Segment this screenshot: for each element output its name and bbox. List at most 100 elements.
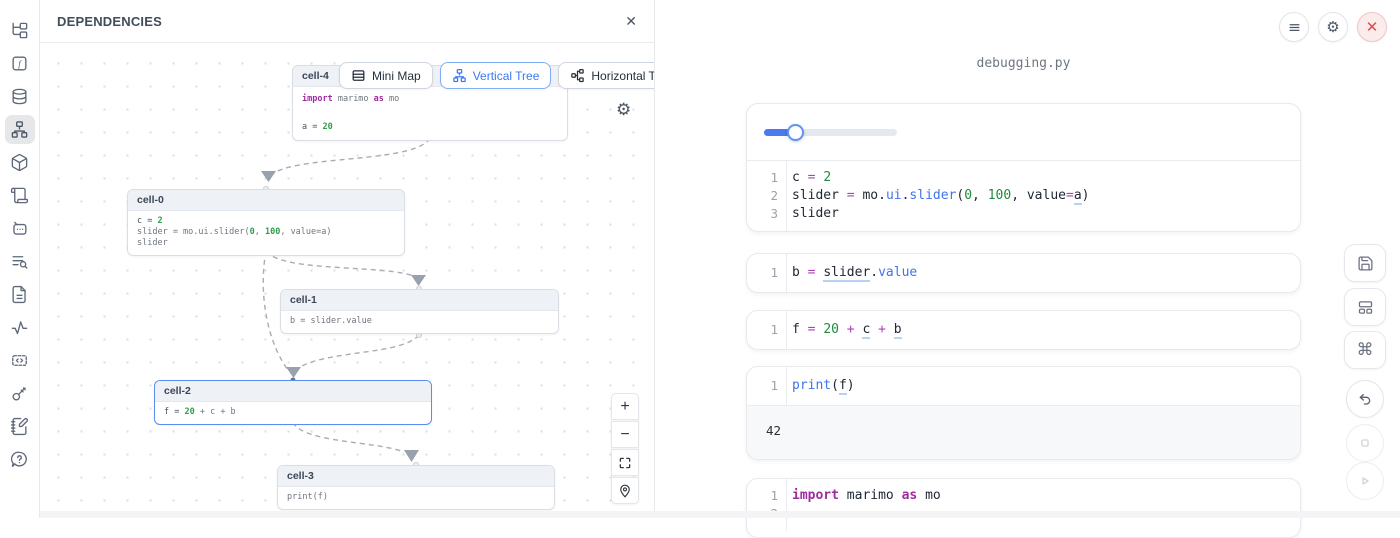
database-icon [10,87,29,106]
graph-zoom-controls: + − [611,393,639,504]
cell-output: 42 [747,405,1300,459]
sidebar-item-tracing[interactable] [5,313,35,342]
graph-node-cell-0[interactable]: cell-0 c = 2slider = mo.ui.slider(0, 100… [127,189,405,256]
sidebar-item-outline[interactable] [5,181,35,210]
sidebar-item-secrets[interactable] [5,379,35,408]
close-panel-icon[interactable]: ✕ [625,14,637,28]
line-number: 2 [747,187,778,205]
notebook-filename[interactable]: debugging.py [746,56,1301,71]
notebook-cell-slider[interactable]: 1c = 22slider = mo.ui.slider(0, 100, val… [746,103,1301,232]
graph-node-title: cell-0 [128,190,404,211]
graph-node-cell-3[interactable]: cell-3 print(f) [277,465,555,510]
slider-output-area [747,104,1300,161]
graph-node-cell-2[interactable]: cell-2 f = 20 + c + b [154,380,432,425]
panel-title: DEPENDENCIES [57,14,162,29]
gear-icon: ⚙ [1326,18,1339,36]
slider-track[interactable] [764,129,897,136]
graph-settings-gear-icon[interactable]: ⚙ [616,100,631,120]
tracing-activity-icon [10,318,29,337]
menu-icon [1287,20,1302,35]
zoom-in-button[interactable]: + [611,393,639,420]
line-number: 1 [747,321,778,339]
notebook-header-controls: ⚙ ✕ [1279,12,1387,42]
layout-icon [1357,299,1374,316]
graph-node-code: b = slider.value [281,311,558,333]
code-editor[interactable]: 1import marimo as mo2 [747,479,1300,531]
sidebar-item-help[interactable] [5,445,35,474]
dependency-graph-icon [10,120,29,139]
graph-node-title: cell-3 [278,466,554,487]
sidebar-item-datasources[interactable] [5,82,35,111]
sidebar-item-variables[interactable]: f [5,49,35,78]
line-number: 1 [747,377,778,395]
gutter-divider [786,161,787,231]
vertical-tree-button[interactable]: Vertical Tree [440,62,552,89]
notebook-cell-b[interactable]: 1b = slider.value [746,253,1301,293]
activity-sidebar: f [0,0,40,518]
mini-map-button[interactable]: Mini Map [339,62,433,89]
save-icon [1357,255,1374,272]
sidebar-item-file-explorer[interactable] [5,16,35,45]
command-palette-button[interactable]: ⌘ [1344,331,1386,369]
logs-search-icon [10,252,29,271]
center-selection-button[interactable] [611,477,639,504]
graph-node-code: f = 20 + c + b [155,402,431,424]
function-square-icon: f [10,54,29,73]
run-button[interactable] [1346,462,1384,500]
save-button[interactable] [1344,244,1386,282]
sidebar-item-dependencies[interactable] [5,115,35,144]
notebook-menu-button[interactable] [1279,12,1309,42]
horizontal-tree-label: Horizontal Tree [591,69,654,83]
package-cube-icon [10,153,29,172]
line-number: 1 [747,264,778,282]
help-icon [10,450,29,469]
notebook-cell-import[interactable]: 1import marimo as mo2 [746,478,1301,538]
gutter-divider [786,479,787,531]
line-number: 3 [747,205,778,223]
notebook-cell-print[interactable]: 1print(f) 42 [746,366,1301,460]
stop-button[interactable] [1346,424,1384,462]
sidebar-item-chat[interactable] [5,214,35,243]
code-editor[interactable]: 1c = 22slider = mo.ui.slider(0, 100, val… [747,161,1300,231]
line-number: 1 [747,487,778,505]
svg-text:f: f [18,59,22,69]
dependency-graph-canvas[interactable]: cell-4 import marimo as mo a = 20 cell-0… [40,43,654,511]
sidebar-item-documentation[interactable] [5,280,35,309]
gutter-divider [786,311,787,349]
fit-view-button[interactable] [611,449,639,476]
notebook-settings-button[interactable]: ⚙ [1318,12,1348,42]
notebook-shutdown-button[interactable]: ✕ [1357,12,1387,42]
fit-view-icon [618,456,632,470]
code-editor[interactable]: 1b = slider.value [747,254,1300,292]
sidebar-item-logs[interactable] [5,247,35,276]
notebook-cell-f[interactable]: 1f = 20 + c + b [746,310,1301,350]
dependencies-panel: DEPENDENCIES ✕ cell-4 import [40,0,655,511]
vertical-tree-icon [452,68,467,83]
snippets-icon [10,351,29,370]
scroll-icon [10,186,29,205]
stop-icon [1357,435,1373,451]
slider-handle[interactable] [787,124,804,141]
line-number: 1 [747,169,778,187]
graph-node-code: c = 2slider = mo.ui.slider(0, 100, value… [128,211,404,255]
bottom-strip [40,511,1400,518]
document-icon [10,285,29,304]
sidebar-item-snippets[interactable] [5,346,35,375]
graph-node-title: cell-2 [155,381,431,402]
code-editor[interactable]: 1f = 20 + c + b [747,311,1300,349]
layout-toggle-button[interactable] [1344,288,1386,326]
chat-bot-icon [10,219,29,238]
zoom-out-button[interactable]: − [611,421,639,448]
map-pin-icon [618,484,632,498]
code-editor[interactable]: 1print(f) [747,367,1300,405]
sidebar-item-packages[interactable] [5,148,35,177]
mini-map-label: Mini Map [372,69,421,83]
sidebar-item-scratchpad[interactable] [5,412,35,441]
notebook-area: debugging.py ⚙ ✕ 1c = 22slider = mo.ui.s… [656,0,1400,518]
horizontal-tree-button[interactable]: Horizontal Tree [558,62,654,89]
graph-node-cell-1[interactable]: cell-1 b = slider.value [280,289,559,334]
mini-map-icon [351,68,366,83]
play-icon [1357,473,1373,489]
undo-button[interactable] [1346,380,1384,418]
horizontal-tree-icon [570,68,585,83]
